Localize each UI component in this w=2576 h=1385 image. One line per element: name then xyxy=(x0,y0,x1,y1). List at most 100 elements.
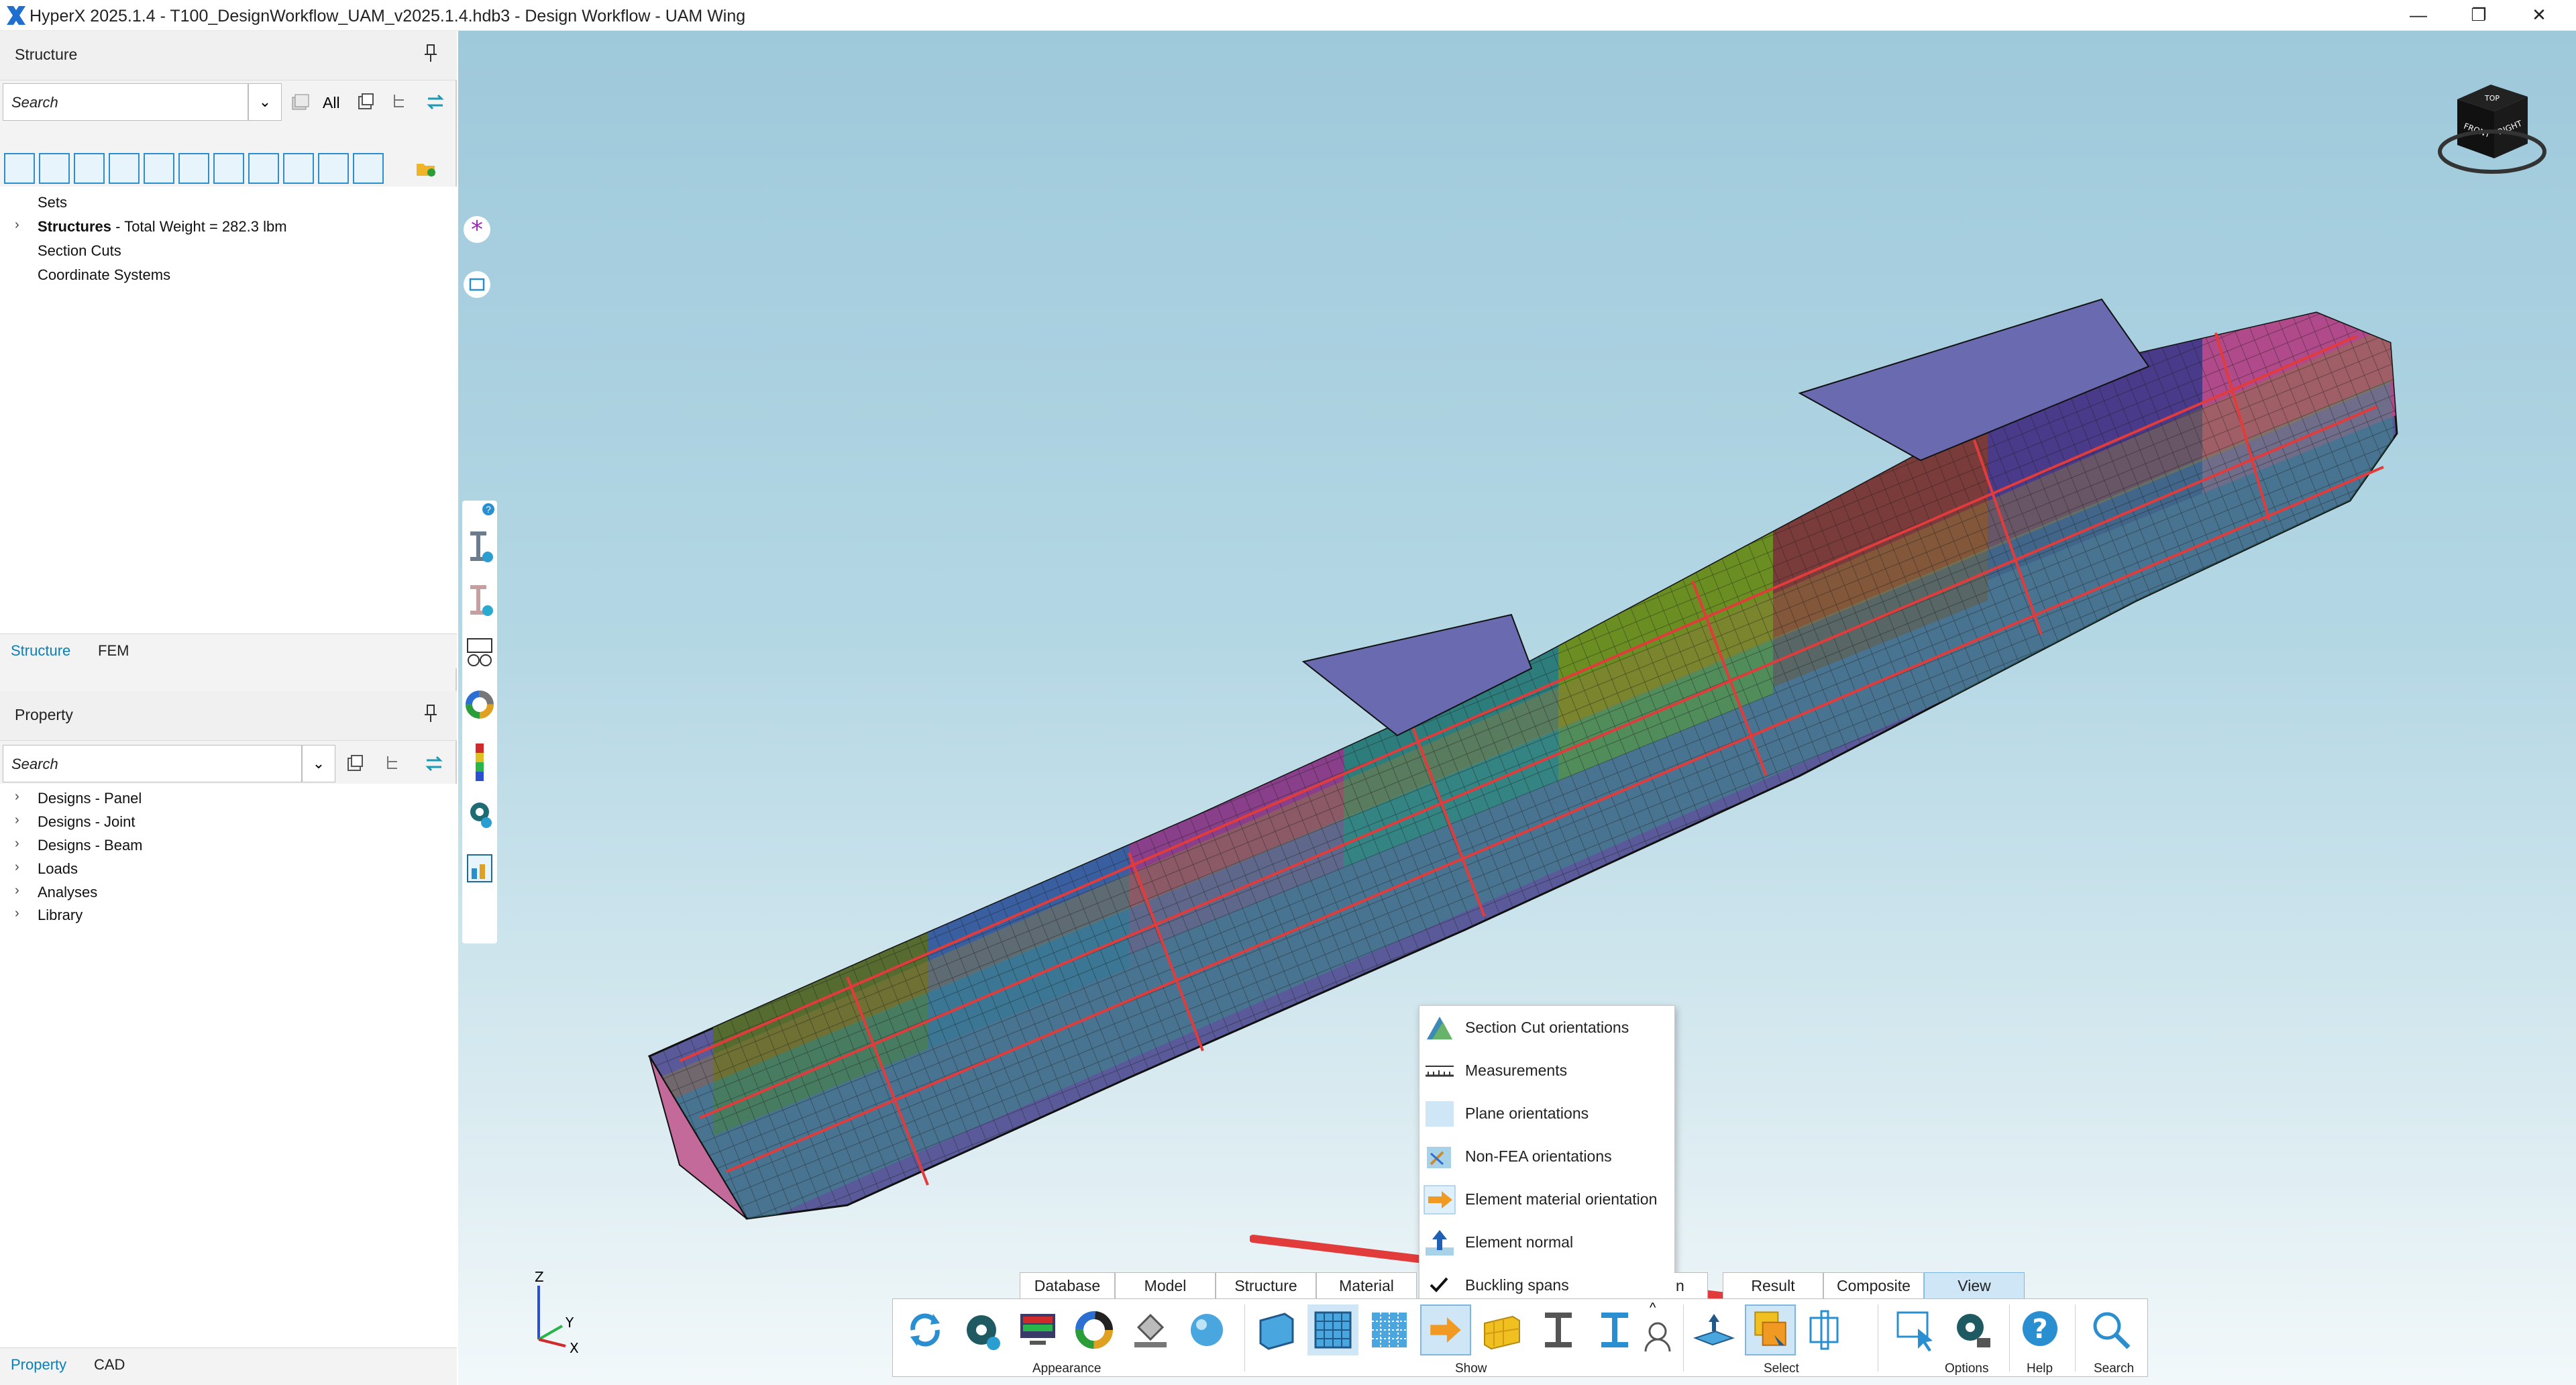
help-icon[interactable]: ? xyxy=(2015,1304,2065,1355)
beam-check-icon[interactable] xyxy=(466,581,493,621)
beam-i-icon[interactable] xyxy=(1533,1304,1584,1355)
refresh-icon[interactable] xyxy=(900,1304,951,1355)
triad-x-label: X xyxy=(570,1340,579,1356)
solid-cube-icon[interactable] xyxy=(39,153,70,184)
paint-bucket-icon[interactable] xyxy=(1125,1304,1176,1355)
tree-hierarchy-icon[interactable] xyxy=(382,752,405,775)
monitor-icon[interactable] xyxy=(1012,1304,1063,1355)
select-frame-icon[interactable] xyxy=(1801,1304,1852,1355)
menu-item-non-fea-orientations[interactable]: Non-FEA orientations xyxy=(1419,1135,1676,1178)
stack-layers-icon[interactable] xyxy=(248,153,279,184)
structure-search-dropdown[interactable]: ⌄ xyxy=(248,83,282,121)
pin-icon[interactable] xyxy=(422,43,439,63)
dotted-mesh-icon[interactable] xyxy=(1364,1304,1415,1355)
chevron-up-icon[interactable]: ^ xyxy=(1650,1300,1656,1316)
window-title: HyperX 2025.1.4 - T100_DesignWorkflow_UA… xyxy=(30,7,746,25)
ruler-icon xyxy=(1426,1066,1454,1077)
node-connect-icon[interactable] xyxy=(4,153,35,184)
view-cube[interactable]: TOP FRONT RIGHT xyxy=(2437,71,2551,205)
gear-icon[interactable] xyxy=(318,153,349,184)
chevron-right-icon[interactable]: › xyxy=(15,860,24,875)
tab-cad[interactable]: CAD xyxy=(94,1356,125,1374)
stack-icon[interactable] xyxy=(288,91,311,113)
select-box-icon[interactable] xyxy=(1745,1304,1796,1355)
collapse-icon[interactable] xyxy=(354,91,377,113)
minimize-button[interactable]: — xyxy=(2388,0,2449,31)
menu-item-element-normal[interactable]: Element normal xyxy=(1419,1221,1676,1264)
yellow-panels-icon[interactable] xyxy=(1477,1304,1527,1355)
color-wheel-icon[interactable] xyxy=(1069,1304,1120,1355)
chart-report-icon[interactable] xyxy=(465,852,494,886)
search-group-label: Search xyxy=(2094,1362,2135,1376)
asterisk-button[interactable]: * xyxy=(464,216,490,244)
property-tree: › Designs - Panel › Designs - Joint › Desig… xyxy=(0,784,457,1364)
settings-gear-icon[interactable] xyxy=(1946,1304,1997,1355)
restore-button[interactable]: ❐ xyxy=(2449,0,2509,31)
box-icon[interactable] xyxy=(213,153,244,184)
help-badge-icon[interactable]: ? xyxy=(482,503,494,515)
tab-database[interactable]: Database xyxy=(1020,1272,1115,1299)
property-search-placeholder: Search xyxy=(11,756,58,772)
select-plane-icon[interactable] xyxy=(1688,1304,1739,1355)
sync-arrows-icon[interactable] xyxy=(423,752,445,775)
chevron-right-icon[interactable]: › xyxy=(15,813,24,828)
rectangle-frame-icon xyxy=(469,278,485,291)
chevron-right-icon[interactable]: › xyxy=(15,883,24,899)
tab-material[interactable]: Material xyxy=(1316,1272,1417,1299)
property-search-input[interactable]: Search xyxy=(3,745,302,782)
structure-search-input[interactable]: Search xyxy=(3,83,248,121)
plate-icon[interactable] xyxy=(144,153,174,184)
mesh-grid-icon[interactable] xyxy=(1307,1304,1358,1355)
sync-arrows-icon[interactable] xyxy=(424,91,447,113)
select-group-label: Select xyxy=(1764,1362,1799,1376)
chevron-right-icon[interactable]: › xyxy=(15,906,24,921)
box-view-icon[interactable] xyxy=(1251,1304,1302,1355)
menu-item-element-material-orientation[interactable]: Element material orientation xyxy=(1419,1178,1676,1221)
tree-hierarchy-icon[interactable] xyxy=(389,91,412,113)
tab-property[interactable]: Property xyxy=(11,1356,66,1374)
color-scale-icon[interactable] xyxy=(470,742,489,782)
axis-icon[interactable] xyxy=(353,153,384,184)
pin-icon[interactable] xyxy=(422,703,439,723)
beam-i-icon[interactable] xyxy=(178,153,209,184)
gear-icon[interactable] xyxy=(956,1304,1007,1355)
view-ribbon: Appearance ^ Show Select Options ? Help … xyxy=(892,1298,2148,1377)
chevron-right-icon[interactable]: › xyxy=(15,789,24,805)
user-avatar-icon[interactable] xyxy=(1638,1304,1678,1355)
tab-model[interactable]: Model xyxy=(1115,1272,1216,1299)
tab-structure[interactable]: Structure xyxy=(11,642,70,660)
ribbon-separator xyxy=(2075,1304,2076,1372)
pointer-window-icon[interactable] xyxy=(1890,1304,1941,1355)
tab-fem[interactable]: FEM xyxy=(98,642,129,660)
tab-structure-ribbon[interactable]: Structure xyxy=(1216,1272,1316,1299)
color-ring-icon[interactable] xyxy=(465,690,494,719)
menu-item-measurements[interactable]: Measurements xyxy=(1419,1049,1676,1092)
panel-icon[interactable] xyxy=(74,153,105,184)
all-filter-button[interactable]: All xyxy=(323,94,340,112)
close-button[interactable]: ✕ xyxy=(2509,0,2569,31)
beam-run-icon[interactable] xyxy=(466,527,493,568)
beam-blue-icon[interactable] xyxy=(1589,1304,1640,1355)
eye-icon[interactable] xyxy=(283,153,314,184)
property-panel-header: Property xyxy=(0,691,457,741)
chevron-right-icon[interactable]: › xyxy=(15,836,24,852)
layers-icon[interactable] xyxy=(109,153,140,184)
search-icon[interactable] xyxy=(2086,1304,2137,1355)
property-search-dropdown[interactable]: ⌄ xyxy=(302,745,335,782)
tab-result[interactable]: Result xyxy=(1723,1272,1823,1299)
menu-item-section-cut-orientations[interactable]: Section Cut orientations xyxy=(1419,1006,1676,1049)
orange-arrow-icon[interactable] xyxy=(1420,1304,1471,1355)
structure-search-placeholder: Search xyxy=(11,94,58,111)
collapse-icon[interactable] xyxy=(343,752,366,775)
tab-composite[interactable]: Composite xyxy=(1823,1272,1924,1299)
property-panel-tabs: Property CAD xyxy=(0,1347,457,1385)
folder-add-icon[interactable] xyxy=(415,157,437,180)
view-glasses-icon[interactable] xyxy=(465,636,494,670)
chevron-right-icon[interactable]: › xyxy=(15,217,24,233)
tab-view[interactable]: View xyxy=(1924,1272,2025,1299)
tab-partial[interactable]: n xyxy=(1674,1272,1708,1299)
sphere-icon[interactable] xyxy=(1181,1304,1232,1355)
gear-settings-icon[interactable] xyxy=(465,797,494,831)
menu-item-plane-orientations[interactable]: Plane orientations xyxy=(1419,1092,1676,1135)
frame-button[interactable] xyxy=(464,271,490,298)
